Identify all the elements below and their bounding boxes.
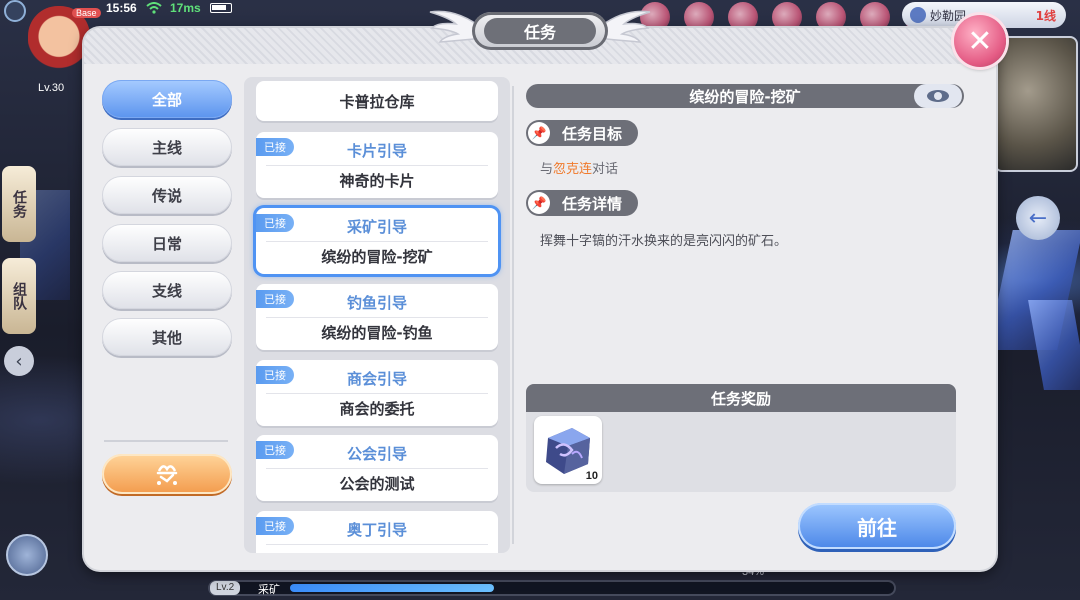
reward-item[interactable]: 10 [534, 416, 602, 484]
quest-name: 卡普拉仓库 [339, 93, 415, 111]
pin-icon: 📌 [528, 122, 550, 144]
category-button[interactable]: 日常 [102, 224, 232, 262]
category-button[interactable]: 全部 [102, 80, 232, 118]
clock-time: 15:56 [106, 1, 137, 15]
go-button[interactable]: 前往 [798, 503, 956, 549]
quest-card-divider [266, 393, 488, 394]
category-button[interactable]: 支线 [102, 271, 232, 309]
title-plate: 任务 [472, 12, 608, 50]
wifi-icon [146, 2, 162, 14]
home-icon [910, 7, 926, 23]
skill-exp-bar: Lv.2 采矿 [208, 580, 896, 596]
category-button[interactable]: 主线 [102, 128, 232, 166]
detail-divider [512, 86, 514, 544]
gift-icon [156, 465, 178, 485]
player-level: Lv.30 [38, 82, 65, 94]
details-section-label: 📌 任务详情 [526, 190, 638, 216]
quest-type: 商会引导 [346, 370, 407, 388]
network-ping: 17ms [170, 1, 201, 15]
arrow-left-icon[interactable]: ← [1016, 196, 1060, 240]
close-icon[interactable]: ✕ [954, 15, 1006, 67]
quest-list-item[interactable]: 已接 奥丁引导 [256, 511, 498, 553]
quest-type: 公会引导 [346, 445, 407, 463]
objective-text: 与忽克连对话 [540, 158, 618, 177]
skill-exp-fill [290, 584, 494, 592]
compass-icon[interactable] [4, 0, 26, 22]
category-button[interactable]: 传说 [102, 176, 232, 214]
eye-icon [927, 90, 949, 102]
gift-box-button[interactable] [102, 454, 232, 494]
quest-list[interactable]: 卡普拉仓库 已接 卡片引导 神奇的卡片 已接 采矿引导 缤纷的冒险-挖矿 已接 钓鱼引导 缤纷的冒… [244, 77, 510, 553]
side-tab-quest[interactable]: 任务 [2, 166, 36, 242]
quest-card-divider [266, 544, 488, 545]
battery-icon [210, 3, 232, 13]
reward-box: 任务奖励 10 [526, 384, 956, 492]
bottom-avatar-button[interactable] [6, 534, 48, 576]
panel-title: 任务 [484, 18, 596, 44]
minimap[interactable] [994, 36, 1078, 172]
side-tab-team[interactable]: 组队 [2, 258, 36, 334]
quest-list-item[interactable]: 已接 卡片引导 神奇的卡片 [256, 132, 498, 198]
base-tag: Base [72, 8, 101, 18]
quest-type: 采矿引导 [346, 218, 407, 236]
details-text: 挥舞十字镐的汗水换来的是亮闪闪的矿石。 [540, 234, 788, 249]
skill-name: 采矿 [258, 583, 280, 596]
skill-level: Lv.2 [210, 581, 241, 595]
quest-type: 奥丁引导 [346, 521, 407, 539]
pin-icon: 📌 [528, 192, 550, 214]
objective-suffix: 对话 [592, 162, 619, 177]
quest-name: 神奇的卡片 [339, 172, 415, 190]
quest-detail-title: 缤纷的冒险-挖矿 [526, 84, 964, 108]
quest-list-item[interactable]: 卡普拉仓库 [256, 81, 498, 121]
quest-card-divider [266, 165, 488, 166]
quest-list-item[interactable]: 已接 采矿引导 缤纷的冒险-挖矿 [256, 208, 498, 274]
quest-card-divider [266, 241, 488, 242]
quest-type: 钓鱼引导 [346, 294, 407, 312]
reward-header: 任务奖励 [526, 384, 956, 412]
quest-card-divider [266, 468, 488, 469]
objective-section-label: 📌 任务目标 [526, 120, 638, 146]
quest-name: 公会的测试 [339, 475, 415, 493]
quest-name: 缤纷的冒险-钓鱼 [321, 324, 433, 342]
collapse-arrow-icon[interactable]: ‹ [4, 346, 34, 376]
reward-count: 10 [585, 470, 598, 482]
server-line[interactable]: 1线 [1036, 7, 1056, 24]
objective-prefix: 与 [540, 162, 554, 177]
ore-crystal-icon [546, 428, 590, 474]
objective-npc-link[interactable]: 忽克连 [553, 162, 592, 177]
panel-title-badge: 任务 [428, 2, 652, 58]
quest-list-item[interactable]: 已接 钓鱼引导 缤纷的冒险-钓鱼 [256, 284, 498, 350]
objective-label: 任务目标 [562, 124, 623, 143]
crystal-decoration [1028, 300, 1080, 390]
quest-type: 卡片引导 [346, 142, 407, 160]
quest-list-item[interactable]: 已接 商会引导 商会的委托 [256, 360, 498, 426]
quest-name: 商会的委托 [339, 400, 415, 418]
quest-card-divider [266, 317, 488, 318]
category-divider [104, 440, 228, 442]
category-button[interactable]: 其他 [102, 318, 232, 356]
map-name-label: 妙勒园 [930, 8, 967, 23]
track-eye-button[interactable] [914, 84, 962, 108]
quest-list-item[interactable]: 已接 公会引导 公会的测试 [256, 435, 498, 501]
details-label: 任务详情 [562, 194, 623, 213]
quest-name: 缤纷的冒险-挖矿 [321, 248, 433, 266]
